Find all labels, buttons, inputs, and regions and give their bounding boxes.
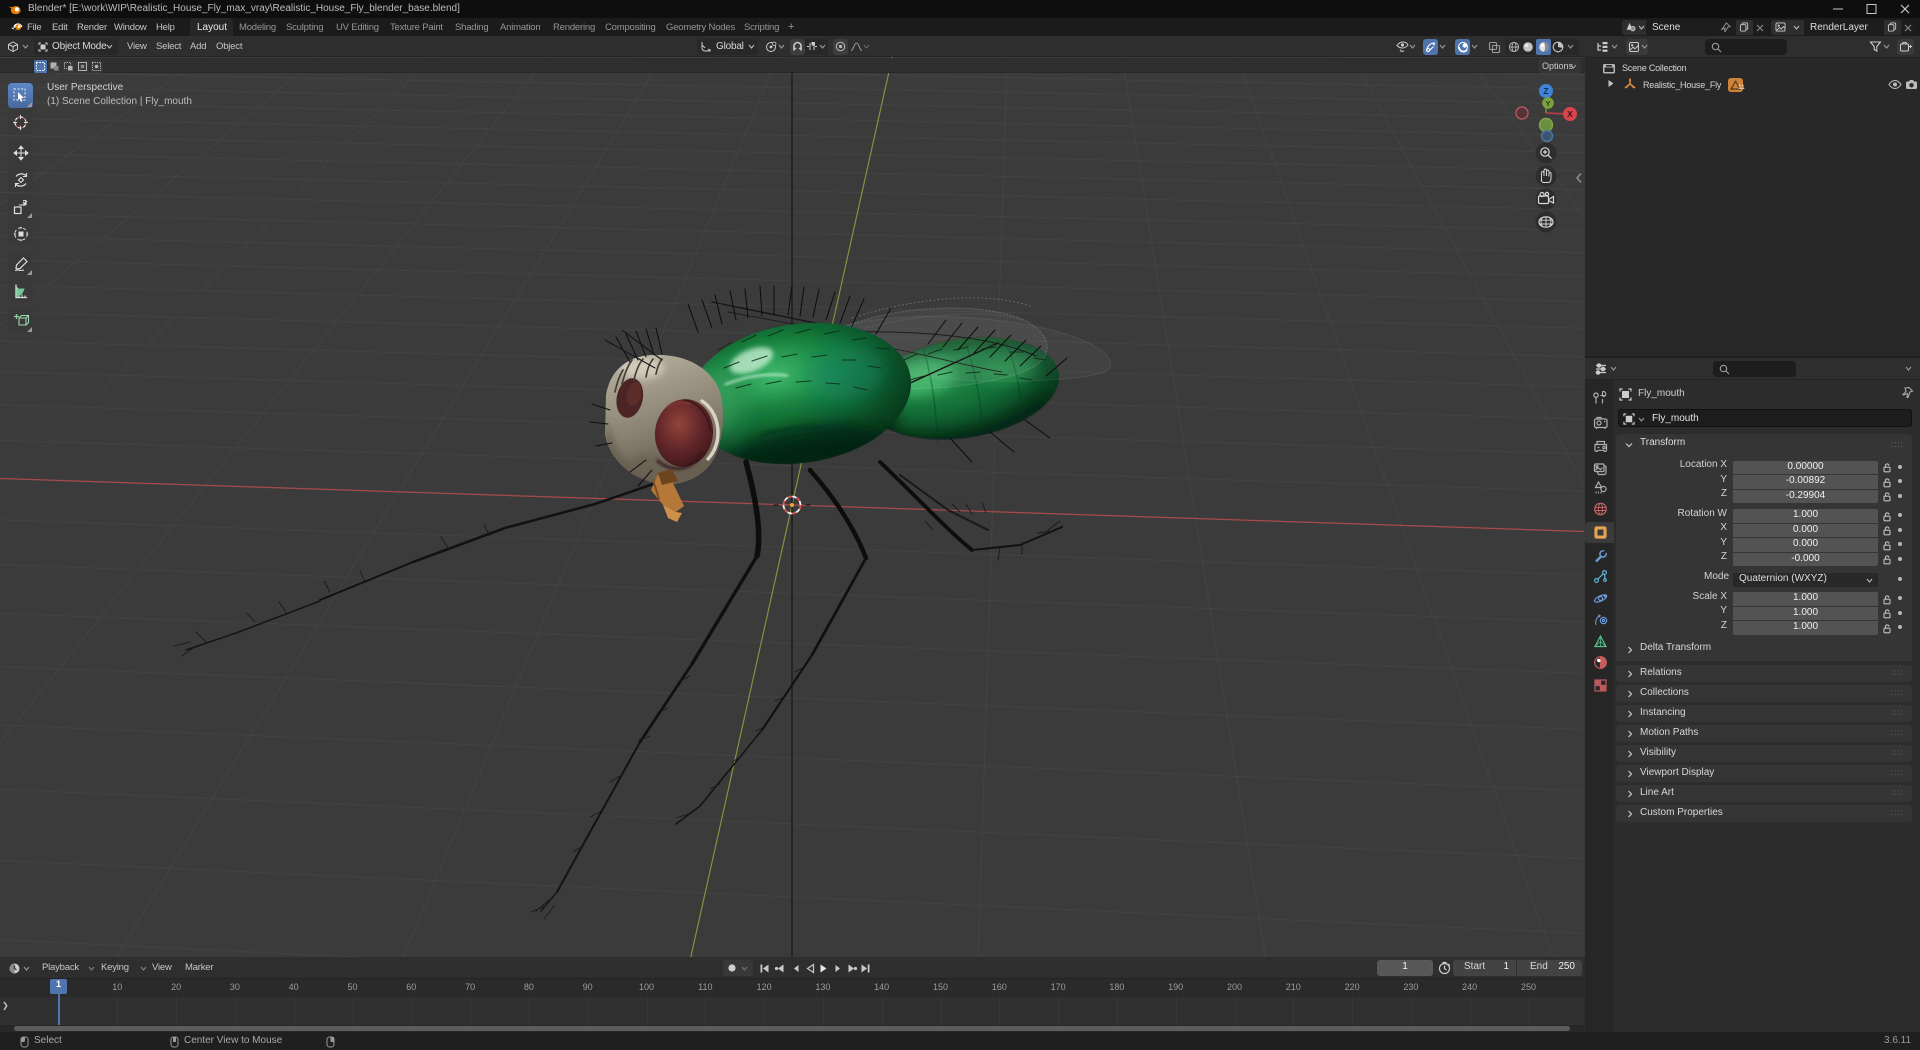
svg-text:Z: Z [1543,86,1548,96]
svg-text:Y: Y [1545,99,1550,108]
svg-text:X: X [1567,109,1573,119]
